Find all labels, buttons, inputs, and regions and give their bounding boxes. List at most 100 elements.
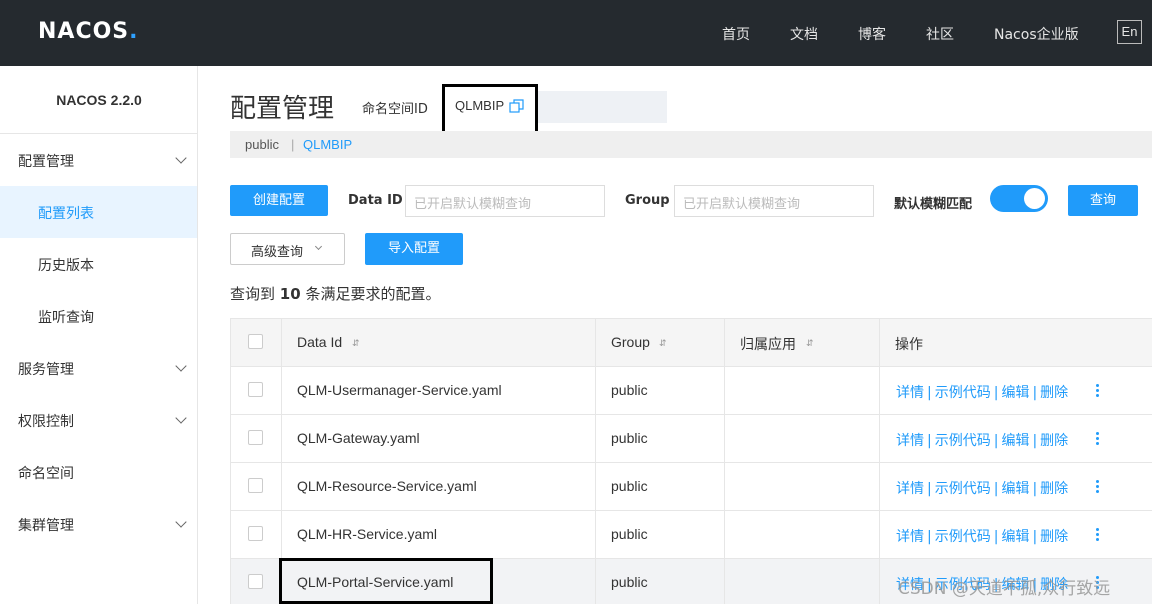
- group-cell: public: [611, 574, 648, 590]
- edit-link[interactable]: 编辑: [1001, 433, 1029, 449]
- create-config-button[interactable]: 创建配置: [230, 185, 328, 216]
- sidebar-item-history[interactable]: 历史版本: [0, 238, 197, 290]
- detail-link[interactable]: 详情: [896, 385, 924, 401]
- sidebar-item-label: 服务管理: [18, 362, 74, 378]
- column-divider: [879, 319, 880, 604]
- delete-link[interactable]: 删除: [1040, 481, 1068, 497]
- nav-home[interactable]: 首页: [722, 24, 750, 44]
- advanced-query-label: 高级查询: [251, 245, 304, 260]
- more-icon[interactable]: [1092, 430, 1102, 446]
- row-actions: 详情 | 示例代码 | 编辑 | 删除: [896, 481, 1069, 497]
- sidebar-item-listener-query[interactable]: 监听查询: [0, 290, 197, 342]
- sample-code-link[interactable]: 示例代码: [935, 481, 991, 497]
- column-divider: [724, 319, 725, 604]
- chevron-down-icon: [175, 152, 187, 164]
- nav-docs[interactable]: 文档: [790, 24, 818, 44]
- data-id-cell: QLM-Usermanager-Service.yaml: [297, 382, 502, 398]
- row-actions: 详情 | 示例代码 | 编辑 | 删除: [896, 529, 1069, 545]
- sort-icon[interactable]: ⇵: [659, 338, 667, 349]
- query-button[interactable]: 查询: [1068, 185, 1138, 216]
- sidebar: NACOS 2.2.0 配置管理 配置列表 历史版本 监听查询 服务管理 权限控…: [0, 66, 198, 604]
- column-header-app[interactable]: 归属应用: [740, 334, 796, 354]
- sample-code-link[interactable]: 示例代码: [935, 433, 991, 449]
- edit-link[interactable]: 编辑: [1001, 529, 1029, 545]
- data-id-input[interactable]: 已开启默认模糊查询: [405, 185, 605, 217]
- row-actions: 详情 | 示例代码 | 编辑 | 删除: [896, 433, 1069, 449]
- table-row: QLM-Gateway.yaml public 详情 | 示例代码 | 编辑 | 删除: [231, 415, 1152, 463]
- table-header: Data Id ⇵ Group ⇵ 归属应用 ⇵ 操作: [231, 319, 1152, 367]
- sidebar-item-label: 配置管理: [18, 154, 74, 170]
- nav-enterprise[interactable]: Nacos企业版: [994, 24, 1079, 44]
- group-label: Group: [625, 193, 670, 208]
- sidebar-item-config-management[interactable]: 配置管理: [0, 134, 197, 186]
- select-all-checkbox[interactable]: [248, 334, 263, 349]
- row-checkbox[interactable]: [248, 478, 263, 493]
- toggle-knob: [1024, 188, 1045, 209]
- column-header-data-id[interactable]: Data Id: [297, 334, 342, 350]
- sample-code-link[interactable]: 示例代码: [935, 529, 991, 545]
- data-id-cell: QLM-Gateway.yaml: [297, 430, 420, 446]
- import-config-button[interactable]: 导入配置: [365, 233, 463, 265]
- row-checkbox[interactable]: [248, 526, 263, 541]
- sidebar-item-label: 权限控制: [18, 414, 74, 430]
- page-title: 配置管理: [230, 94, 335, 124]
- detail-link[interactable]: 详情: [896, 433, 924, 449]
- highlight-box: [279, 558, 493, 604]
- group-cell: public: [611, 478, 648, 494]
- highlight-box: [442, 84, 538, 135]
- more-icon[interactable]: [1092, 382, 1102, 398]
- sidebar-item-label: 历史版本: [38, 258, 94, 274]
- column-header-group[interactable]: Group: [611, 334, 650, 350]
- chevron-down-icon: [175, 360, 187, 372]
- column-divider: [595, 319, 596, 604]
- table-row: QLM-Resource-Service.yaml public 详情 | 示例代码…: [231, 463, 1152, 511]
- delete-link[interactable]: 删除: [1040, 433, 1068, 449]
- detail-link[interactable]: 详情: [896, 529, 924, 545]
- sidebar-item-label: 命名空间: [18, 466, 74, 482]
- version-label: NACOS 2.2.0: [56, 92, 142, 108]
- watermark: CSDN @天道不孤,众行致远: [898, 579, 1111, 599]
- sidebar-item-access-control[interactable]: 权限控制: [0, 394, 197, 446]
- nacos-logo[interactable]: NACOS.: [38, 19, 139, 44]
- namespace-breadcrumb: public | QLMBIP: [230, 131, 1152, 158]
- edit-link[interactable]: 编辑: [1001, 481, 1029, 497]
- edit-link[interactable]: 编辑: [1001, 385, 1029, 401]
- breadcrumb-separator: |: [291, 137, 295, 152]
- table-row: QLM-Usermanager-Service.yaml public 详情 | 示…: [231, 367, 1152, 415]
- result-summary: 查询到 10 条满足要求的配置。: [230, 285, 441, 303]
- row-checkbox[interactable]: [248, 574, 263, 589]
- sort-icon[interactable]: ⇵: [806, 338, 814, 349]
- namespace-id-field: [538, 91, 667, 123]
- sidebar-item-service-management[interactable]: 服务管理: [0, 342, 197, 394]
- top-navbar: NACOS. 首页 文档 博客 社区 Nacos企业版 En: [0, 0, 1152, 66]
- chevron-down-icon: [175, 516, 187, 528]
- sidebar-item-cluster-management[interactable]: 集群管理: [0, 498, 197, 550]
- sample-code-link[interactable]: 示例代码: [935, 385, 991, 401]
- fuzzy-match-label: 默认模糊匹配: [894, 197, 973, 212]
- sidebar-item-namespace[interactable]: 命名空间: [0, 446, 197, 498]
- namespace-id-label: 命名空间ID: [362, 102, 428, 117]
- nav-community[interactable]: 社区: [926, 24, 954, 44]
- sidebar-item-label: 监听查询: [38, 310, 94, 326]
- delete-link[interactable]: 删除: [1040, 385, 1068, 401]
- namespace-public-link[interactable]: public: [245, 137, 279, 152]
- sort-icon[interactable]: ⇵: [352, 338, 360, 349]
- row-checkbox[interactable]: [248, 382, 263, 397]
- row-checkbox[interactable]: [248, 430, 263, 445]
- nav-blog[interactable]: 博客: [858, 24, 886, 44]
- delete-link[interactable]: 删除: [1040, 529, 1068, 545]
- advanced-query-button[interactable]: 高级查询: [230, 233, 345, 265]
- namespace-current-link[interactable]: QLMBIP: [303, 137, 352, 152]
- chevron-down-icon: [314, 242, 323, 251]
- detail-link[interactable]: 详情: [896, 481, 924, 497]
- column-header-ops: 操作: [895, 336, 923, 352]
- data-id-cell: QLM-HR-Service.yaml: [297, 526, 438, 542]
- sidebar-item-config-list[interactable]: 配置列表: [0, 186, 197, 238]
- language-switch-button[interactable]: En: [1117, 20, 1142, 44]
- fuzzy-match-toggle[interactable]: [990, 185, 1048, 212]
- more-icon[interactable]: [1092, 526, 1102, 542]
- more-icon[interactable]: [1092, 478, 1102, 494]
- chevron-down-icon: [175, 412, 187, 424]
- sidebar-item-label: 配置列表: [38, 206, 94, 222]
- group-input[interactable]: 已开启默认模糊查询: [674, 185, 874, 217]
